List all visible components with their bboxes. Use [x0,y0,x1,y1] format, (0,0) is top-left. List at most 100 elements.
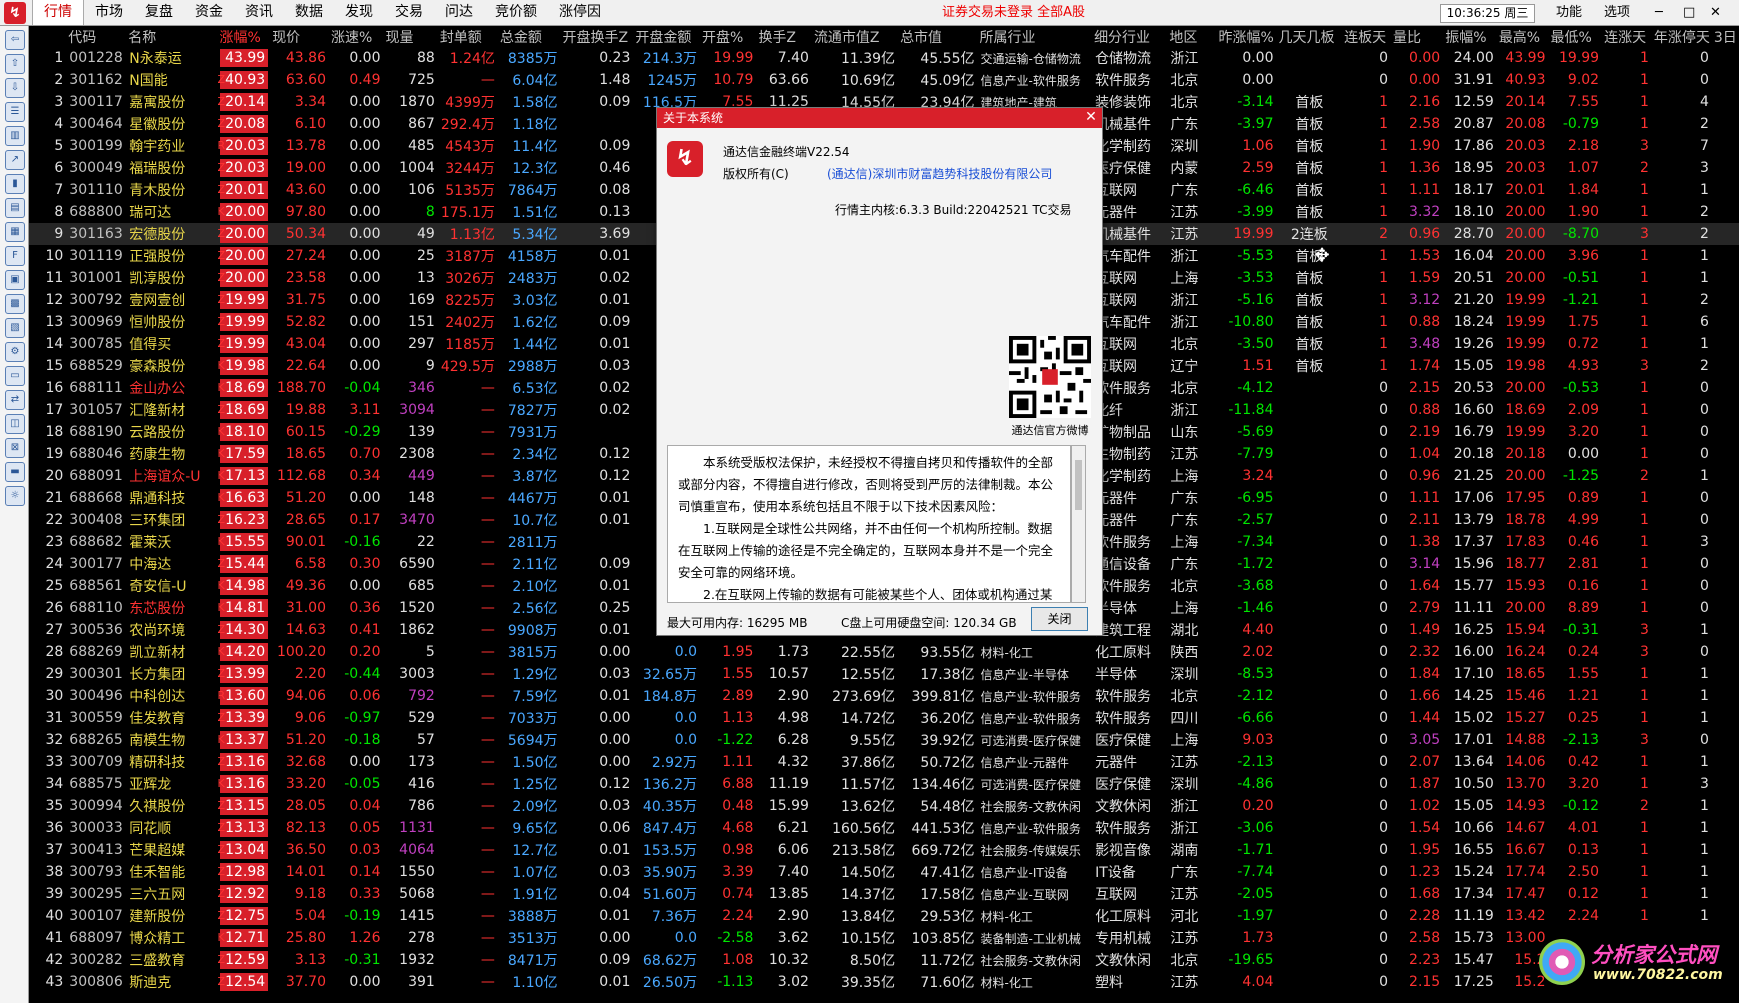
maximize-button[interactable]: □ [1683,0,1695,25]
column-header[interactable]: 现价 [270,26,329,47]
menu-item-4[interactable]: 资讯 [234,0,284,25]
chart-icon[interactable]: ▥ [5,126,25,146]
cell-seal: 1.13亿 [437,223,498,245]
table-row[interactable]: 39 300295 三六五网 Z 12.92 9.18 0.33 5068 — 1.91亿 0.04… [29,883,1739,905]
table-row[interactable]: 1 001228 N永泰运 43.99 43.86 0.00 88 1.24亿 8385万 0.2… [29,47,1739,69]
column-header[interactable]: 现量 [383,26,437,47]
company-link[interactable]: (通达信)深圳市财富趋势科技股份有限公司 [827,165,1052,182]
menu-item-5[interactable]: 数据 [284,0,334,25]
column-header[interactable]: 连板天 [1342,26,1391,47]
options-menu-button[interactable]: 选项 [1604,0,1630,25]
app-logo-icon[interactable]: ↯ [4,1,26,24]
column-header[interactable]: 涨幅% [218,26,271,47]
column-header[interactable]: 细分行业 [1092,26,1167,47]
cell-chg: Z 20.08 [218,113,271,135]
gear-icon[interactable]: ☼ [5,486,25,506]
column-header[interactable]: 代码 [66,26,126,47]
table-row[interactable]: 28 688269 凯立新材 K 14.20 100.20 0.20 5—3815万 0.00 0… [29,641,1739,663]
menu-item-0[interactable]: 行情 [32,0,84,25]
column-header[interactable]: 几天几板 [1276,26,1342,47]
news-icon[interactable]: ▦ [5,222,25,242]
candle-icon[interactable]: ▮ [5,174,25,194]
table-row[interactable]: 33 300709 精研科技 Z 13.16 32.68 0.00 173 — 1.50亿 0.00… [29,751,1739,773]
dialog-close-button[interactable]: 关闭 [1031,607,1088,631]
menu-item-1[interactable]: 市场 [84,0,134,25]
column-header[interactable]: 最低% [1549,26,1603,47]
folder-icon[interactable]: ▭ [5,366,25,386]
table-row[interactable]: 38 300793 佳禾智能 Z 12.98 14.01 0.14 1550 — 1.07亿 0.0… [29,861,1739,883]
cell-amt: 1.29亿 [512,667,558,683]
table-row[interactable]: 31 300559 佳发教育 Z 13.39 9.06 -0.97 529—7033万 0.00… [29,707,1739,729]
column-header[interactable]: 振幅% [1443,26,1497,47]
column-header[interactable]: 换手Z [756,26,812,47]
table-row[interactable]: 29 300301 长方集团 Z 13.99 2.20 -0.44 3003 — 1.29亿 0.0… [29,663,1739,685]
cell-n: 22 [45,512,64,528]
cell-yl: 1 [1699,754,1709,770]
list-icon[interactable]: ☰ [5,102,25,122]
table-row[interactable]: 2 301162 N国能 Z 40.93 63.60 0.49 725—6.04亿 1.48 12… [29,69,1739,91]
cell-code: 300559 [69,710,123,726]
menu-item-9[interactable]: 竞价额 [484,0,548,25]
license-text[interactable]: 本系统受版权法保护，未经授权不得擅自拷贝和传播软件的全部或部分内容，不得擅自进行… [667,445,1071,603]
menu-item-6[interactable]: 发现 [334,0,384,25]
column-header[interactable]: 昨涨幅% [1217,26,1277,47]
column-header[interactable]: 年涨停天 [1652,26,1712,47]
cell-price: 28.05 [285,798,326,814]
f10-icon[interactable]: F [5,246,25,266]
column-header[interactable]: 总市值 [898,26,977,47]
column-header[interactable]: 连涨天 [1602,26,1652,47]
calc-icon[interactable]: ▣ [5,270,25,290]
back-icon[interactable]: ⇦ [5,30,25,50]
table-row[interactable]: 30 300496 中科创达 R 13.60 94.06 0.06 792 — 7.59亿 0.01… [29,685,1739,707]
column-header[interactable]: 总金额 [498,26,561,47]
fund-icon[interactable]: ▧ [5,318,25,338]
column-header[interactable]: 封单额 [438,26,498,47]
column-header[interactable]: 量比 [1391,26,1443,47]
license-scrollbar[interactable] [1071,445,1086,603]
table-row[interactable]: 34 688575 亚辉龙 K 13.16 33.20 -0.05 416—1.25亿 0.12… [29,773,1739,795]
menu-item-2[interactable]: 复盘 [134,0,184,25]
change-pct-value: 13.16 [225,754,266,770]
table-row[interactable]: 43 300806 斯迪克 Z 12.54 37.70 0.00 391 — 1.10亿 0.01 2… [29,971,1739,993]
column-header[interactable]: 3日 [1712,26,1739,47]
column-header[interactable]: 涨速% [329,26,384,47]
menu-item-7[interactable]: 交易 [384,0,434,25]
table-row[interactable]: 41 688097 博众精工 K 12.71 25.80 1.26 278—3513万 0.00… [29,927,1739,949]
ratio-icon[interactable]: ◫ [5,414,25,434]
cell-d3 [1712,113,1739,135]
minimize-button[interactable]: ─ [1655,0,1663,25]
cell-lo: -2.13 [1562,732,1600,748]
book-icon[interactable]: ▬ [5,462,25,482]
table-row[interactable]: 35 300994 久祺股份 Z 13.15 28.05 0.04 786 — 2.09亿 0.03… [29,795,1739,817]
change-pct-value: 18.10 [225,424,266,440]
dialog-titlebar[interactable]: 关于本系统 ✕ [657,108,1102,128]
menu-item-8[interactable]: 问达 [434,0,484,25]
tools-icon[interactable]: ⚙ [5,342,25,362]
column-header[interactable] [29,26,66,47]
exit-icon[interactable]: ⊠ [5,438,25,458]
table-row[interactable]: 36 300033 同花顺 Z 13.13 82.13 0.05 1131 — 9.65亿 0.06… [29,817,1739,839]
column-header[interactable]: 开盘% [700,26,756,47]
line-chart-icon[interactable]: ↗ [5,150,25,170]
dialog-close-icon[interactable]: ✕ [1084,110,1098,124]
column-header[interactable]: 名称 [126,26,217,47]
calendar-icon[interactable]: ▩ [5,294,25,314]
up-icon[interactable]: ⇧ [5,54,25,74]
menu-item-3[interactable]: 资金 [184,0,234,25]
menu-item-10[interactable]: 涨停因 [548,0,612,25]
table-row[interactable]: 32 688265 南模生物 K 13.37 51.20 -0.18 57—5694万 0.00… [29,729,1739,751]
report-icon[interactable]: ▤ [5,198,25,218]
table-row[interactable]: 37 300413 芒果超媒 Z 13.04 36.50 0.03 4064 — 12.7亿 0.0… [29,839,1739,861]
table-row[interactable]: 40 300107 建新股份 Z 12.75 5.04 -0.19 1415 — 3888万 0.0… [29,905,1739,927]
column-header[interactable]: 开盘换手Z [561,26,634,47]
close-button[interactable]: ✕ [1710,0,1721,25]
column-header[interactable]: 地区 [1167,26,1216,47]
column-header[interactable]: 流通市值Z [812,26,898,47]
down-icon[interactable]: ⇩ [5,78,25,98]
column-header[interactable]: 所属行业 [978,26,1093,47]
column-header[interactable]: 开盘金额 [633,26,700,47]
transfer-icon[interactable]: ⇄ [5,390,25,410]
function-menu-button[interactable]: 功能 [1556,0,1582,25]
column-header[interactable]: 最高% [1497,26,1549,47]
table-row[interactable]: 42 300282 三盛教育 Z 12.59 3.13 -0.31 1932 — 8471万 0.0… [29,949,1739,971]
